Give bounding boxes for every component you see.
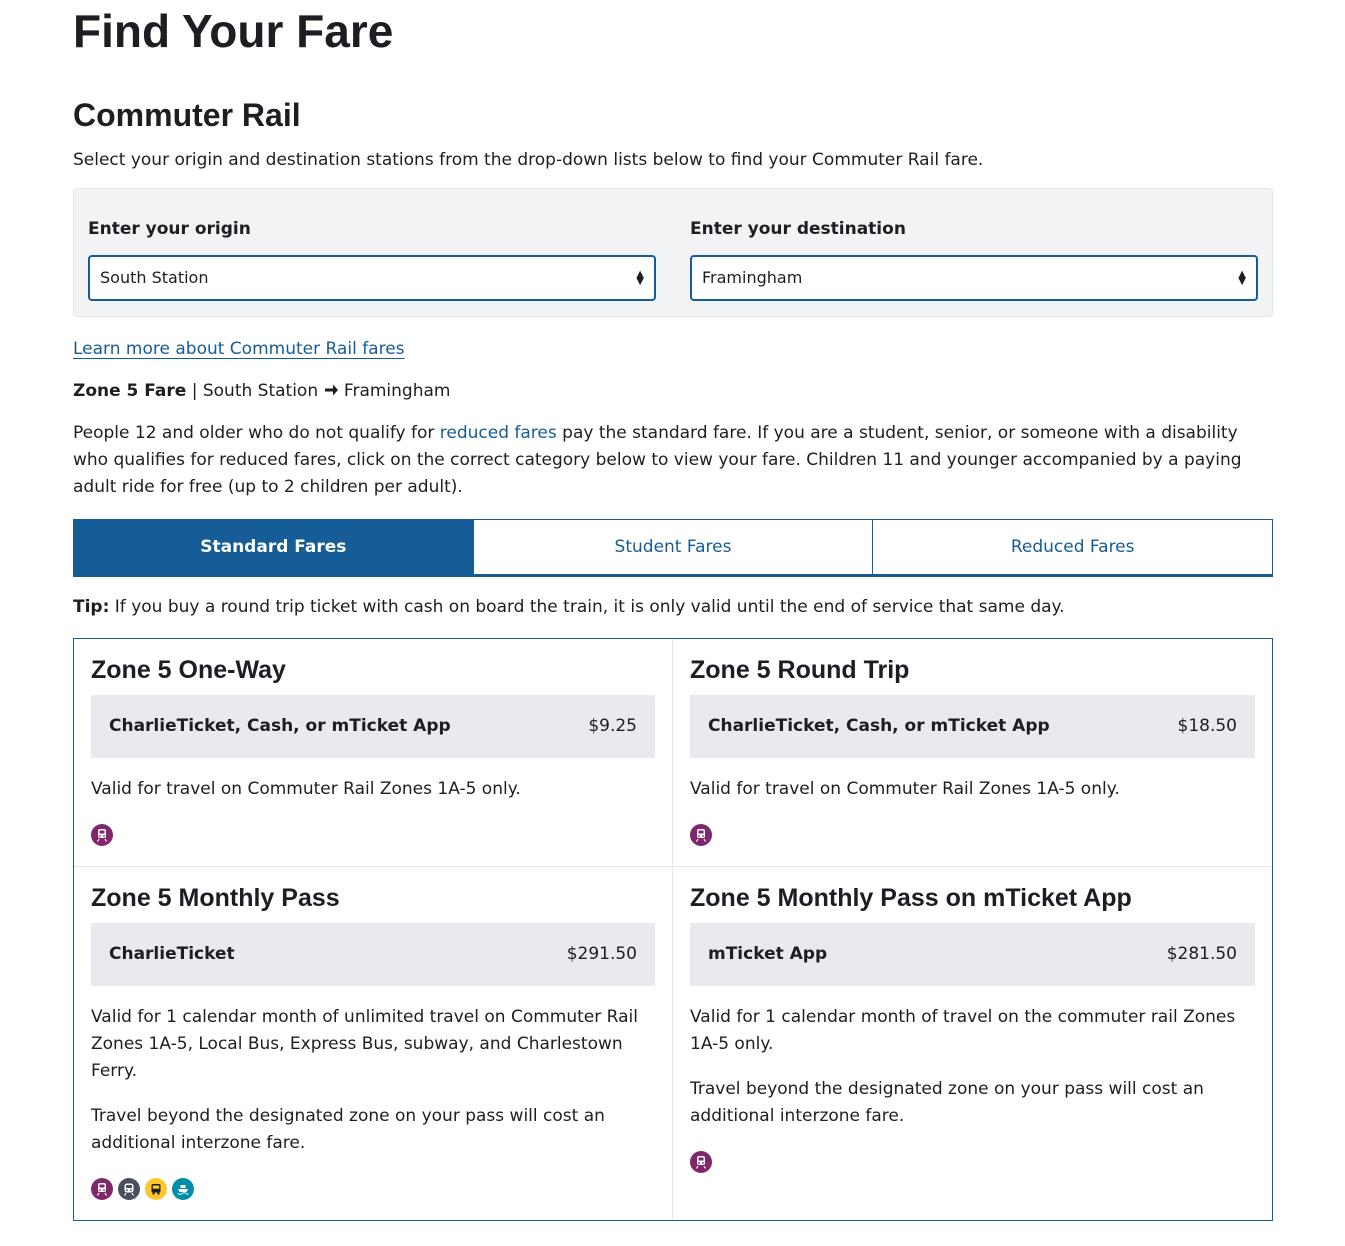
subway-icon (118, 1177, 140, 1200)
destination-label: Enter your destination (690, 218, 906, 239)
fare-media: CharlieTicket (109, 944, 235, 965)
origin-value: South Station (100, 268, 209, 288)
origin-label: Enter your origin (88, 218, 251, 239)
fare-note: Valid for 1 calendar month of travel on … (690, 1006, 1236, 1054)
commuter-rail-icon (690, 823, 712, 846)
learn-more-link[interactable]: Learn more about Commuter Rail fares (73, 339, 405, 359)
station-picker: Enter your origin South Station ▲ ▼ Enter… (73, 187, 1273, 317)
fare-price: $9.25 (588, 716, 637, 737)
fare-price: $281.50 (1166, 944, 1237, 965)
fare-card-title: Zone 5 Monthly Pass on mTicket App (690, 883, 1132, 912)
origin-select[interactable]: South Station ▲ ▼ (88, 254, 656, 301)
commuter-rail-icon (690, 1150, 712, 1173)
zone-separator: | (191, 380, 198, 401)
fare-price: $291.50 (566, 944, 637, 965)
fare-note: Valid for 1 calendar month of unlimited … (91, 1006, 638, 1081)
destination-select[interactable]: Framingham ▲ ▼ (690, 254, 1258, 301)
fare-note: Valid for travel on Commuter Rail Zones … (690, 778, 1120, 799)
fare-card-monthly-mticket: Zone 5 Monthly Pass on mTicket App mTick… (673, 867, 1272, 1220)
fare-finder-page: Find Your Fare Commuter Rail Select your… (73, 0, 1273, 1221)
tip-label: Tip: (73, 596, 110, 617)
fare-modes (690, 823, 1255, 846)
fare-price-row: mTicket App $281.50 (690, 922, 1255, 986)
fare-note: Travel beyond the designated zone on you… (690, 1078, 1204, 1126)
fare-intro: People 12 and older who do not qualify f… (73, 420, 1273, 501)
zone-fare-label: Zone 5 Fare (73, 380, 187, 401)
select-arrows-icon: ▲ ▼ (636, 268, 644, 287)
destination-group: Enter your destination Framingham ▲ ▼ (690, 203, 1258, 302)
fare-card-title: Zone 5 One-Way (91, 655, 286, 684)
reduced-fares-link[interactable]: reduced fares (440, 423, 557, 443)
tab-reduced-fares[interactable]: Reduced Fares (873, 519, 1273, 574)
fare-modes (690, 1150, 1255, 1173)
arrow-right-icon (324, 381, 339, 401)
tip-text: Tip: If you buy a round trip ticket with… (73, 597, 1273, 617)
fare-modes (91, 1177, 655, 1200)
zone-to: Framingham (343, 380, 451, 401)
ferry-icon (172, 1177, 194, 1200)
commuter-rail-icon (91, 1177, 113, 1200)
destination-value: Framingham (702, 268, 803, 288)
fare-tabs: Standard Fares Student Fares Reduced Far… (73, 518, 1273, 577)
fare-price-row: CharlieTicket, Cash, or mTicket App $9.2… (91, 694, 655, 758)
origin-group: Enter your origin South Station ▲ ▼ (88, 203, 656, 302)
fare-card-title: Zone 5 Monthly Pass (91, 883, 340, 912)
zone-summary: Zone 5 Fare | South Station Framingham (73, 381, 1273, 401)
select-arrows-icon: ▲ ▼ (1238, 268, 1246, 287)
fare-card-round-trip: Zone 5 Round Trip CharlieTicket, Cash, o… (673, 639, 1272, 867)
intro-text-before: People 12 and older who do not qualify f… (73, 422, 440, 443)
fare-grid: Zone 5 One-Way CharlieTicket, Cash, or m… (73, 637, 1273, 1221)
page-title: Find Your Fare (73, 5, 394, 57)
fare-card-title: Zone 5 Round Trip (690, 655, 910, 684)
fare-price: $18.50 (1177, 716, 1237, 737)
tab-standard-fares[interactable]: Standard Fares (74, 519, 474, 574)
fare-card-one-way: Zone 5 One-Way CharlieTicket, Cash, or m… (74, 638, 673, 867)
fare-note: Valid for travel on Commuter Rail Zones … (91, 778, 521, 799)
lead-text: Select your origin and destination stati… (73, 150, 984, 171)
tip-body: If you buy a round trip ticket with cash… (109, 596, 1065, 617)
fare-media: CharlieTicket, Cash, or mTicket App (109, 716, 451, 737)
section-title: Commuter Rail (73, 97, 301, 133)
fare-price-row: CharlieTicket, Cash, or mTicket App $18.… (690, 694, 1255, 758)
fare-modes (91, 823, 655, 846)
fare-card-monthly-pass: Zone 5 Monthly Pass CharlieTicket $291.5… (74, 866, 673, 1220)
bus-icon (145, 1177, 167, 1200)
fare-media: mTicket App (708, 944, 828, 965)
zone-from: South Station (202, 380, 319, 401)
fare-price-row: CharlieTicket $291.50 (91, 922, 655, 986)
fare-note: Travel beyond the designated zone on you… (91, 1105, 605, 1153)
commuter-rail-icon (91, 823, 113, 846)
tab-student-fares[interactable]: Student Fares (473, 519, 874, 574)
fare-media: CharlieTicket, Cash, or mTicket App (708, 716, 1050, 737)
